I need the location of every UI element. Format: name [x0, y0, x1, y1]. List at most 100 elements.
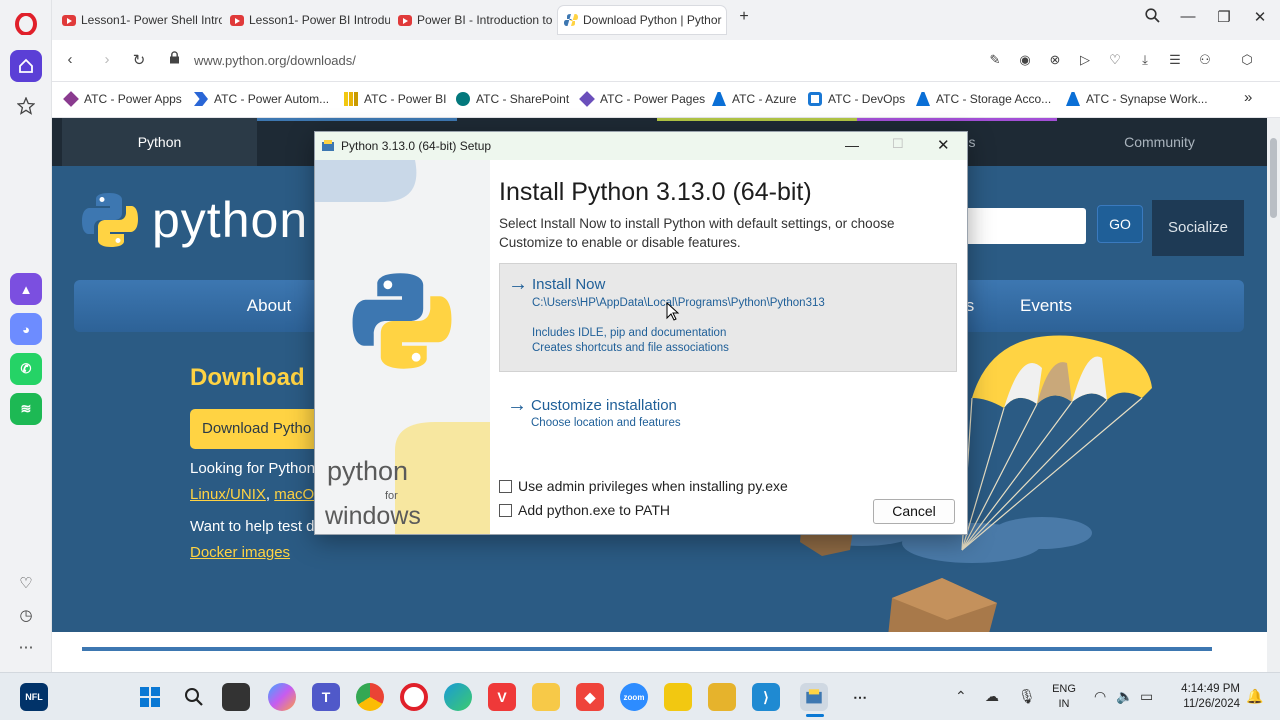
system-clock[interactable]: 4:14:49 PM 11/26/2024: [1170, 682, 1240, 712]
sharepoint-icon: [456, 92, 470, 106]
bookmark-power-pages[interactable]: ATC - Power Pages: [579, 91, 705, 107]
tray-chevron-icon[interactable]: ⌃: [955, 688, 967, 705]
topnav-python[interactable]: Python: [62, 118, 257, 166]
checkbox-box[interactable]: [499, 479, 512, 493]
topnav-community[interactable]: Community: [1062, 118, 1257, 166]
tab-powerbi-intro[interactable]: Lesson1- Power BI Introdu: [224, 6, 390, 34]
extensions-icon[interactable]: ⬡: [1238, 52, 1256, 68]
download-icon[interactable]: ⤓: [1136, 52, 1154, 68]
close-window-icon[interactable]: ✕: [1248, 8, 1272, 26]
dialog-minimize-icon[interactable]: —: [845, 137, 859, 153]
star-icon[interactable]: [10, 90, 42, 122]
remote-tool-icon[interactable]: [708, 683, 736, 711]
aria-icon[interactable]: ▲: [10, 273, 42, 305]
volume-icon[interactable]: 🔈: [1116, 688, 1133, 705]
bookmark-sharepoint[interactable]: ATC - SharePoint: [456, 92, 569, 106]
battery-icon[interactable]: ▭: [1140, 688, 1153, 705]
bookmarks-more-icon[interactable]: »: [1244, 89, 1252, 106]
new-tab-button[interactable]: +: [732, 8, 756, 26]
edit-icon[interactable]: ✎: [986, 52, 1004, 68]
wifi-icon[interactable]: ◠: [1094, 688, 1106, 705]
task-view-icon[interactable]: [222, 683, 250, 711]
youtube-icon: [62, 14, 76, 26]
python-logo[interactable]: python: [80, 190, 308, 250]
search-tabs-icon[interactable]: [1140, 8, 1164, 27]
python-logo-icon: [352, 273, 452, 369]
tab-strip: Lesson1- Power Shell Intro Lesson1- Powe…: [52, 0, 1280, 40]
install-now-label: Install Now: [532, 276, 606, 293]
dialog-close-icon[interactable]: ✕: [937, 136, 950, 154]
bookmark-power-apps[interactable]: ATC - Power Apps: [63, 91, 182, 107]
profile-icon[interactable]: ⚇: [1196, 52, 1214, 68]
chrome-icon[interactable]: [356, 683, 384, 711]
bookmarks-bar: ATC - Power Apps ATC - Power Autom... AT…: [52, 82, 1280, 118]
heart-icon[interactable]: ♡: [10, 567, 42, 599]
scrollbar-thumb[interactable]: [1270, 138, 1277, 218]
add-to-path-checkbox[interactable]: Add python.exe to PATH: [499, 502, 670, 518]
docker-images-link[interactable]: Docker images: [190, 544, 290, 561]
adblock-icon[interactable]: ⊗: [1046, 52, 1064, 68]
nav-events[interactable]: Events: [986, 280, 1106, 332]
play-icon[interactable]: ▷: [1076, 52, 1094, 68]
reload-icon[interactable]: ↻: [129, 51, 149, 69]
bookmark-devops[interactable]: ATC - DevOps: [808, 92, 905, 106]
bookmark-storage[interactable]: ATC - Storage Acco...: [916, 92, 1051, 106]
linux-link[interactable]: Linux/UNIX: [190, 486, 266, 503]
opera-icon[interactable]: [400, 683, 428, 711]
socialize-button[interactable]: Socialize: [1152, 200, 1244, 256]
home-icon[interactable]: [10, 50, 42, 82]
messenger-icon[interactable]: ◕: [10, 313, 42, 345]
go-button[interactable]: GO: [1097, 205, 1143, 243]
camera-icon[interactable]: ◉: [1016, 52, 1034, 68]
more-icon[interactable]: ⋯: [10, 631, 42, 663]
file-explorer-icon[interactable]: [532, 683, 560, 711]
url-field[interactable]: www.python.org/downloads/: [194, 53, 356, 68]
overflow-icon[interactable]: ⋯: [846, 683, 874, 711]
teams-icon[interactable]: T: [312, 683, 340, 711]
tab-powershell[interactable]: Lesson1- Power Shell Intro: [56, 6, 222, 34]
anydesk-icon[interactable]: ◆: [576, 683, 604, 711]
tab-powerbi[interactable]: Power BI - Introduction to: [392, 6, 558, 34]
search-icon[interactable]: [180, 683, 208, 711]
vscode-icon[interactable]: ⟩: [752, 683, 780, 711]
opera-logo-icon[interactable]: [10, 8, 42, 40]
nfl-icon[interactable]: NFL: [20, 683, 48, 711]
install-now-option[interactable]: → Install Now C:\Users\HP\AppData\Local\…: [499, 263, 957, 372]
macos-link[interactable]: macO: [274, 486, 314, 503]
admin-privileges-checkbox[interactable]: Use admin privileges when installing py.…: [499, 478, 788, 494]
favorite-icon[interactable]: ♡: [1106, 52, 1124, 68]
checkbox-box[interactable]: [499, 503, 512, 517]
edge-icon[interactable]: [444, 683, 472, 711]
copilot-icon[interactable]: [268, 683, 296, 711]
spotify-icon[interactable]: ≋: [10, 393, 42, 425]
active-app-indicator: [806, 714, 824, 717]
cancel-button[interactable]: Cancel: [873, 499, 955, 524]
start-icon[interactable]: [136, 683, 164, 711]
lock-icon: [164, 51, 184, 68]
easy-setup-icon[interactable]: ☰: [1166, 52, 1184, 68]
tab-download-python[interactable]: Download Python | Pythor ✕: [558, 6, 726, 34]
language-indicator[interactable]: ENG IN: [1045, 682, 1083, 712]
back-icon[interactable]: ‹: [60, 51, 80, 68]
search-input[interactable]: [964, 208, 1086, 244]
tab-label: Lesson1- Power Shell Intro: [81, 13, 222, 27]
network-cloud-icon[interactable]: ☁: [985, 688, 999, 705]
bookmark-power-bi[interactable]: ATC - Power BI: [344, 92, 446, 106]
customize-option[interactable]: → Customize installation Choose location…: [499, 388, 799, 438]
python-setup-icon[interactable]: [800, 683, 828, 711]
zoom-icon[interactable]: zoom: [620, 683, 648, 711]
download-python-button[interactable]: Download Pytho: [190, 409, 330, 449]
microphone-icon[interactable]: 🎙: [1018, 688, 1036, 705]
history-icon[interactable]: ◷: [10, 599, 42, 631]
vivaldi-icon[interactable]: V: [488, 683, 516, 711]
notification-bell-icon[interactable]: 🔔: [1246, 688, 1263, 705]
page-scrollbar[interactable]: [1267, 118, 1280, 672]
whatsapp-icon[interactable]: ✆: [10, 353, 42, 385]
bookmark-azure[interactable]: ATC - Azure: [712, 92, 796, 106]
forward-icon[interactable]: ›: [97, 51, 117, 68]
power-bi-icon[interactable]: [664, 683, 692, 711]
restore-icon[interactable]: ❐: [1212, 8, 1236, 26]
bookmark-power-automate[interactable]: ATC - Power Autom...: [194, 92, 329, 106]
minimize-icon[interactable]: —: [1176, 8, 1200, 25]
bookmark-synapse[interactable]: ATC - Synapse Work...: [1066, 92, 1208, 106]
